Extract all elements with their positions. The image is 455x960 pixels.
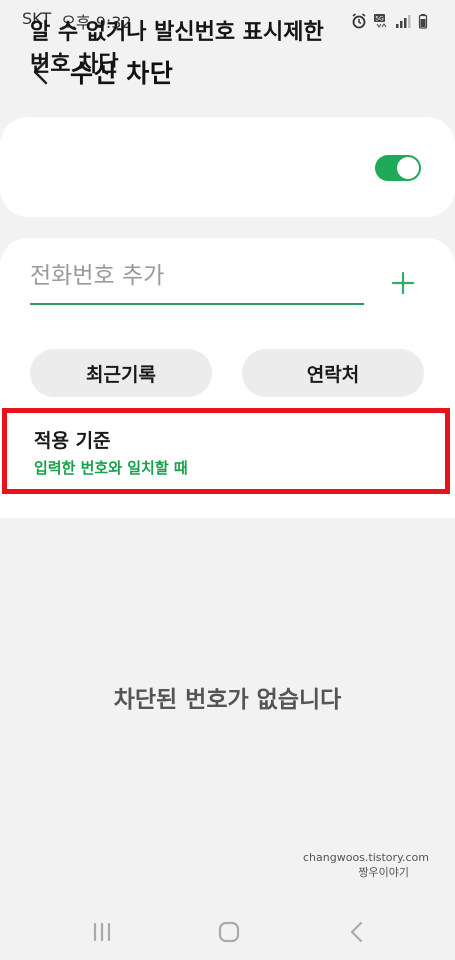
- block-unknown-toggle[interactable]: [375, 155, 421, 181]
- signal-icon: [395, 13, 411, 29]
- battery-icon: [417, 13, 433, 29]
- block-unknown-label: 알 수 없거나 발신번호 표시제한 번호 차단: [30, 20, 324, 77]
- alarm-icon: [351, 13, 367, 29]
- criteria-value: 입력한 번호와 일치할 때: [34, 459, 188, 477]
- watermark: changwoos.tistory.com 짱우이야기: [0, 850, 455, 880]
- criteria-title: 적용 기준: [34, 430, 111, 452]
- navigation-bar: [0, 905, 455, 960]
- phone-number-input[interactable]: [30, 253, 364, 305]
- watermark-name: 짱우이야기: [358, 866, 409, 879]
- svg-text:5G: 5G: [375, 16, 384, 23]
- empty-list-message: 차단된 번호가 없습니다: [113, 687, 342, 713]
- status-icons: 5G: [351, 13, 433, 29]
- toggle-knob: [397, 157, 419, 179]
- recent-logs-button[interactable]: 최근기록: [30, 349, 212, 397]
- home-icon[interactable]: [214, 917, 244, 947]
- recent-apps-icon[interactable]: [87, 917, 117, 947]
- back-icon[interactable]: [342, 917, 372, 947]
- contacts-button[interactable]: 연락처: [242, 349, 424, 397]
- 5g-icon: 5G: [373, 13, 389, 29]
- plus-icon[interactable]: [388, 268, 418, 298]
- match-criteria-row[interactable]: 적용 기준 입력한 번호와 일치할 때: [2, 408, 450, 494]
- watermark-url: changwoos.tistory.com: [303, 851, 429, 864]
